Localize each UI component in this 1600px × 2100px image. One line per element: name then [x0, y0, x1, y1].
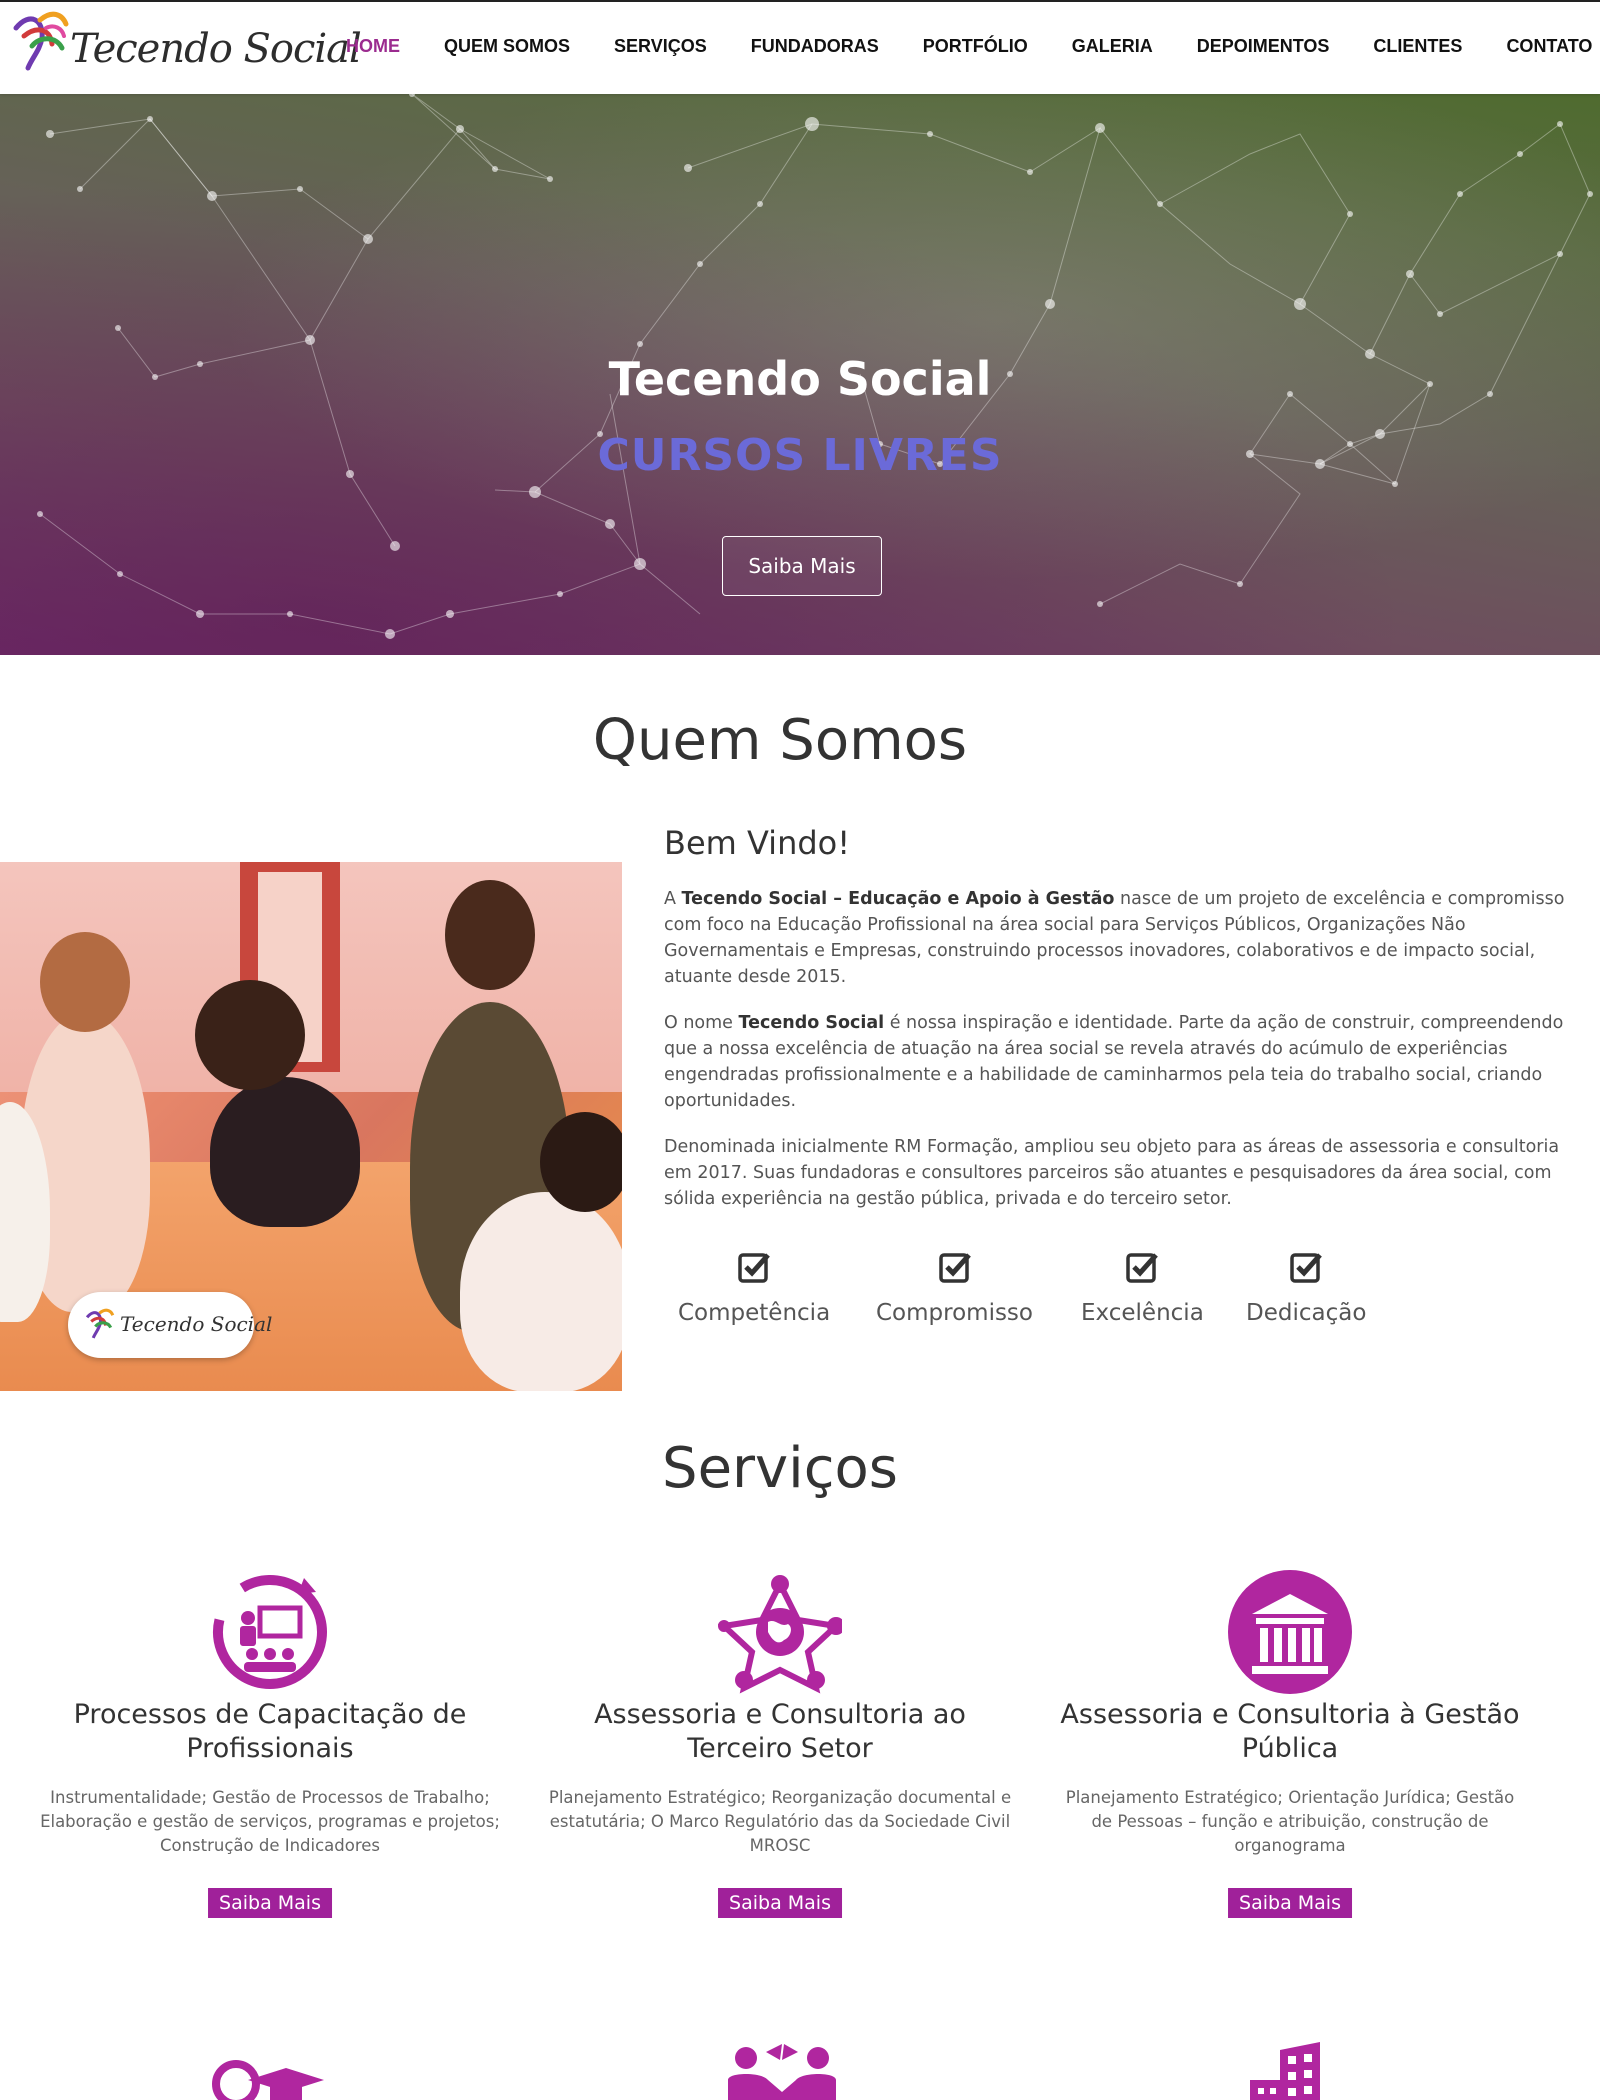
about-paragraph-3: Denominada inicialmente RM Formação, amp…: [664, 1137, 1560, 1209]
site-logo[interactable]: Tecendo Social: [10, 6, 362, 76]
hero-subtitle: CURSOS LIVRES: [597, 430, 1003, 481]
top-navigation: Tecendo Social HOME QUEM SOMOS SERVIÇOS …: [0, 0, 1600, 94]
checkbox-checked-icon: [1290, 1253, 1323, 1283]
values-list: Competência Compromisso Excelência Dedic…: [664, 1250, 1424, 1350]
hero-title: Tecendo Social: [608, 352, 992, 406]
service-title: Processos de Capacitação de Profissionai…: [73, 1699, 467, 1764]
handshake-people-icon: [728, 2044, 836, 2100]
logo-text: Tecendo Social: [70, 26, 362, 72]
service-title: Assessoria e Consultoria ao Terceiro Set…: [594, 1699, 966, 1764]
nav-item-depoimentos[interactable]: DEPOIMENTOS: [1197, 36, 1330, 57]
government-building-icon: [1228, 1570, 1352, 1694]
service-title: Assessoria e Consultoria à Gestão Públic…: [1060, 1699, 1520, 1764]
service-saiba-mais-button[interactable]: Saiba Mais: [718, 1888, 842, 1918]
nav-item-fundadoras[interactable]: FUNDADORAS: [751, 36, 879, 57]
quem-somos-heading: Quem Somos: [592, 708, 968, 773]
servicos-heading: Serviços: [662, 1436, 898, 1501]
service-description: Instrumentalidade; Gestão de Processos d…: [40, 1788, 500, 1855]
photo-logo-text: Tecendo Social: [120, 1312, 273, 1336]
nav-item-home[interactable]: HOME: [346, 36, 400, 57]
nav-item-portfolio[interactable]: PORTFÓLIO: [923, 36, 1028, 57]
service-card: Processos de Capacitação de Profissionai…: [30, 1570, 510, 1918]
about-paragraph-1: A Tecendo Social – Educação e Apoio à Ge…: [664, 889, 1565, 987]
nav-item-galeria[interactable]: GALERIA: [1072, 36, 1153, 57]
nav-item-contato[interactable]: CONTATO: [1506, 36, 1592, 57]
graduation-cap-icon: [212, 2060, 324, 2100]
about-paragraph-2: O nome Tecendo Social é nossa inspiração…: [664, 1013, 1564, 1111]
value-item: Competência: [678, 1250, 830, 1326]
checkbox-checked-icon: [738, 1253, 770, 1283]
checkbox-checked-icon: [1126, 1253, 1159, 1283]
checkbox-checked-icon: [938, 1253, 971, 1283]
welcome-heading: Bem Vindo!: [664, 824, 851, 862]
nav-menu: HOME QUEM SOMOS SERVIÇOS FUNDADORAS PORT…: [346, 36, 1592, 57]
service-description: Planejamento Estratégico; Orientação Jur…: [1065, 1788, 1515, 1855]
ribbon-logo-icon: [85, 1308, 115, 1339]
value-item: Dedicação: [1246, 1250, 1366, 1326]
nav-item-clientes[interactable]: CLIENTES: [1373, 36, 1462, 57]
photo-logo-badge: Tecendo Social: [68, 1292, 272, 1358]
service-saiba-mais-button[interactable]: Saiba Mais: [1228, 1888, 1352, 1918]
service-description: Planejamento Estratégico; Reorganização …: [548, 1788, 1012, 1855]
service-card: Assessoria e Consultoria ao Terceiro Set…: [540, 1570, 1020, 1918]
service-card: Assessoria e Consultoria à Gestão Públic…: [1050, 1570, 1530, 1918]
globe-people-icon: [718, 1575, 842, 1694]
presentation-icon: [213, 1575, 327, 1689]
service-saiba-mais-button[interactable]: Saiba Mais: [208, 1888, 332, 1918]
nav-item-quem-somos[interactable]: QUEM SOMOS: [444, 36, 570, 57]
value-item: Excelência: [1081, 1250, 1204, 1326]
nav-item-servicos[interactable]: SERVIÇOS: [614, 36, 707, 57]
office-building-icon: [1250, 2042, 1320, 2100]
hero-banner: Tecendo Social CURSOS LIVRES Saiba Mais: [0, 94, 1600, 655]
hero-saiba-mais-button[interactable]: Saiba Mais: [722, 536, 882, 596]
team-photo: Tecendo Social: [0, 862, 622, 1391]
value-item: Compromisso: [876, 1250, 1033, 1326]
